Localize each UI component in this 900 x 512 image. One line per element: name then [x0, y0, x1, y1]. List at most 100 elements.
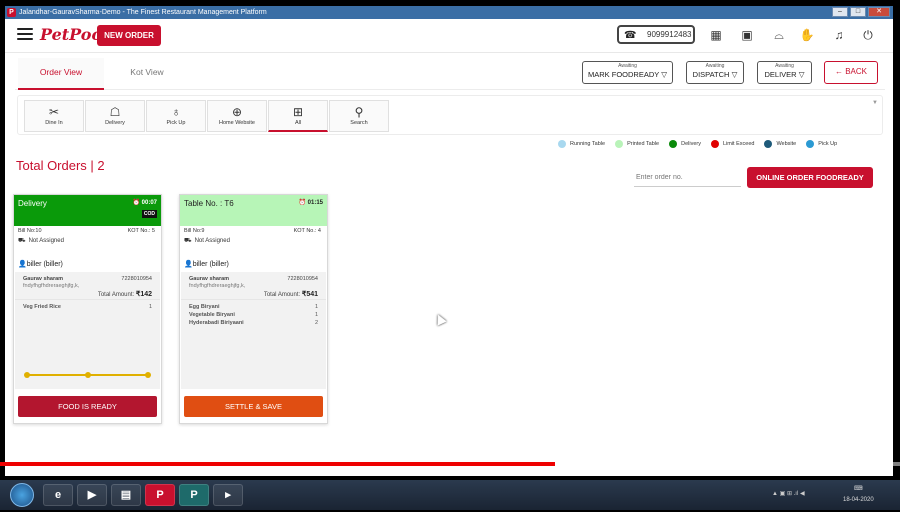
type-search[interactable]: ⚲ Search [329, 100, 389, 132]
legend-item: Running Table [558, 140, 605, 148]
arrow-left-icon: ← [834, 67, 843, 76]
search-icon: ⚲ [354, 105, 364, 119]
legend-item: Limit Exceed [710, 140, 754, 148]
app-taskbar-icon[interactable]: ▸ [213, 484, 243, 506]
list-item: Veg Fried Rice 1 [23, 304, 152, 310]
rider-icon: ⛟ [184, 238, 192, 244]
type-label: All [294, 120, 302, 126]
order-type-strip: ✂ Dine In ☖ Delivery ♁ Pick Up ⊕ Home We… [17, 95, 883, 135]
card-header: Table No. : T6 ⏰ 01:15 [180, 195, 327, 226]
total-amount: Total Amount: ₹142 [97, 291, 152, 298]
await-label: DELIVER [764, 70, 797, 79]
window-title: Jalandhar-GauravSharma-Demo - The Finest… [19, 9, 267, 16]
power-icon[interactable]: ⏻ [860, 27, 876, 43]
app-p-taskbar-icon[interactable]: P [179, 484, 209, 506]
type-home-website[interactable]: ⊕ Home Website [207, 100, 267, 132]
bill-number: Bill No:10 [18, 228, 42, 234]
monitor-icon[interactable]: ▣ [739, 27, 755, 43]
delivery-icon: ☖ [109, 105, 121, 119]
await-caption: Awaiting [618, 63, 637, 69]
legend-item: Printed Table [615, 140, 659, 148]
list-item: Egg Biryani 1 [189, 304, 318, 310]
tab-kot-view[interactable]: Kot View [107, 58, 187, 90]
clock[interactable]: ⌨ 18-04-2020 [843, 484, 874, 506]
alarm-icon: ⏰ [298, 200, 306, 206]
hand-icon[interactable]: ✋ [799, 27, 815, 43]
view-row: Order View Kot View Awaiting MARK FOODRE… [15, 58, 885, 90]
list-item: Vegetable Biryani 1 [189, 312, 318, 318]
dome-icon[interactable]: ⌓ [771, 27, 787, 43]
menu-icon[interactable] [17, 28, 33, 42]
customer-row: Gaurav sharam 7228010954 fndyfhgfhdrerae… [15, 272, 160, 300]
globe-icon: ⊕ [231, 105, 243, 119]
online-order-foodready-button[interactable]: ONLINE ORDER FOODREADY [747, 167, 873, 188]
type-label: Delivery [105, 120, 125, 126]
customer-phone: 7228010954 [287, 276, 318, 282]
biller: 👤biller (biller) [184, 261, 229, 268]
dispatch-button[interactable]: Awaiting DISPATCH ▽ [686, 61, 744, 84]
food-is-ready-button[interactable]: FOOD IS READY [18, 396, 157, 417]
window-controls: – □ ✕ [832, 7, 890, 17]
list-item: Hyderabadi Biriyaani 2 [189, 320, 318, 326]
folder-icon[interactable]: ▤ [111, 484, 141, 506]
legend-item: Pick Up [806, 140, 837, 148]
system-tray[interactable]: ▲ ▣ ⊞ .ıl ◀ [772, 490, 805, 497]
pickup-icon: ♁ [171, 105, 181, 119]
card-title: Table No. : T6 [184, 199, 234, 208]
await-label: DISPATCH [692, 70, 730, 79]
rider-status: ⛟ Not Assigned [18, 238, 64, 244]
await-label: MARK FOODREADY [588, 70, 660, 79]
phone-button[interactable]: ☎ 9099912483 [617, 25, 695, 44]
filter-icon: ▽ [798, 70, 805, 79]
type-label: Home Website [219, 120, 255, 126]
mouse-cursor [433, 312, 447, 326]
start-button[interactable] [10, 483, 34, 507]
legend-item: Delivery [669, 140, 701, 148]
close-button[interactable]: ✕ [868, 7, 890, 17]
phone-number: 9099912483 [647, 30, 692, 39]
type-dine-in[interactable]: ✂ Dine In [24, 100, 84, 132]
app-window: P Jalandhar-GauravSharma-Demo - The Fine… [5, 6, 893, 476]
bell-icon[interactable]: ♫ [831, 27, 847, 43]
rider-status: ⛟ Not Assigned [184, 238, 230, 244]
order-card[interactable]: Delivery ⏰ 00:07 COD Bill No:10 KOT No.:… [13, 194, 162, 424]
user-icon: 👤 [184, 261, 193, 268]
video-progress-bar[interactable] [0, 462, 900, 466]
order-number-input[interactable] [634, 169, 741, 187]
back-button[interactable]: ← BACK [824, 61, 878, 84]
screen: P Jalandhar-GauravSharma-Demo - The Fine… [0, 0, 900, 512]
type-pick-up[interactable]: ♁ Pick Up [146, 100, 206, 132]
await-caption: Awaiting [705, 63, 725, 69]
customer-phone: 7228010954 [121, 276, 152, 282]
grid-icon: ⊞ [292, 105, 304, 119]
type-label: Search [350, 120, 368, 126]
type-all[interactable]: ⊞ All [268, 100, 328, 132]
ie-icon[interactable]: e [43, 484, 73, 506]
video-progress-played [0, 462, 556, 466]
order-card[interactable]: Table No. : T6 ⏰ 01:15 Bill No:9 KOT No.… [179, 194, 328, 424]
new-order-button[interactable]: NEW ORDER [97, 25, 161, 46]
card-meta: Bill No:10 KOT No.: 5 ⛟ Not Assigned [14, 226, 161, 258]
card-body: Gaurav sharam 7228010954 fndyfhgfhdrerae… [15, 272, 160, 389]
maximize-button[interactable]: □ [850, 7, 866, 17]
biller: 👤biller (biller) [18, 261, 63, 268]
table-icon[interactable]: ▦ [708, 27, 724, 43]
card-meta: Bill No:9 KOT No.: 4 ⛟ Not Assigned [180, 226, 327, 258]
alarm-icon: ⏰ [132, 200, 140, 206]
petpooja-taskbar-icon[interactable]: P [145, 484, 175, 506]
minimize-button[interactable]: – [832, 7, 848, 17]
chevron-down-icon[interactable]: ▼ [872, 100, 878, 106]
tab-order-view[interactable]: Order View [18, 58, 104, 90]
filter-icon: ▽ [661, 70, 667, 79]
kot-number: KOT No.: 5 [127, 228, 155, 234]
deliver-button[interactable]: Awaiting DELIVER ▽ [757, 61, 812, 84]
top-header: PetPooja NEW ORDER ☎ 9099912483 ▦ ▣ ⌓ ✋ … [5, 19, 893, 53]
type-delivery[interactable]: ☖ Delivery [85, 100, 145, 132]
title-bar: P Jalandhar-GauravSharma-Demo - The Fine… [5, 6, 893, 19]
card-header: Delivery ⏰ 00:07 COD [14, 195, 161, 226]
mark-foodready-button[interactable]: Awaiting MARK FOODREADY ▽ [582, 61, 673, 84]
taskbar: e ▶ ▤ P P ▸ ▲ ▣ ⊞ .ıl ◀ ⌨ 18-04-2020 [0, 480, 900, 510]
phone-icon: ☎ [624, 30, 637, 41]
settle-and-save-button[interactable]: SETTLE & SAVE [184, 396, 323, 417]
media-player-icon[interactable]: ▶ [77, 484, 107, 506]
